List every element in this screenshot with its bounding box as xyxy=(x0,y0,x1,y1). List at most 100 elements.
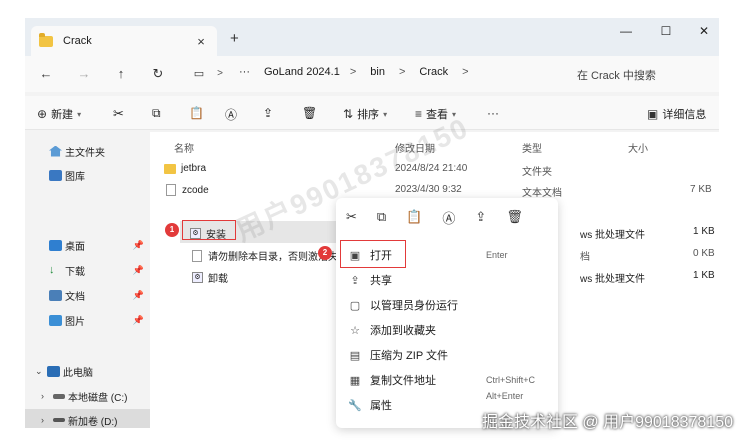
maximize-button[interactable]: ☐ xyxy=(651,24,681,38)
file-name: zcode xyxy=(182,184,209,196)
crumb-sep-3: > xyxy=(462,66,469,78)
delete-icon[interactable]: 🗑 xyxy=(302,106,317,120)
sidebar-item-documents[interactable]: 文档 📌 xyxy=(25,284,150,306)
copy-icon[interactable]: ⧉ xyxy=(152,106,161,121)
details-label: 详细信息 xyxy=(662,109,707,121)
breadcrumb-item-bin[interactable]: bin xyxy=(370,66,385,78)
sidebar-item-drive-d[interactable]: › 新加卷 (D:) xyxy=(25,409,150,428)
menu-item-copy-path[interactable]: ▦ 复制文件地址 Ctrl+Shift+C xyxy=(336,368,558,392)
chevron-right-icon[interactable]: › xyxy=(41,415,53,425)
copy-path-icon: ▦ xyxy=(349,374,361,387)
crumb-sep-0: > xyxy=(217,68,223,79)
pin-icon[interactable]: 📌 xyxy=(133,290,144,301)
sidebar-item-label: 图片 xyxy=(65,316,85,328)
minimize-button[interactable]: — xyxy=(611,24,641,38)
tab-crack[interactable]: Crack × xyxy=(31,26,217,56)
file-name-cell: jetbra xyxy=(164,163,206,174)
wrench-icon: 🔧 xyxy=(348,399,362,412)
monitor-icon[interactable]: ▭ xyxy=(190,67,208,80)
pin-icon[interactable]: 📌 xyxy=(133,315,144,326)
drive-icon xyxy=(53,418,65,422)
menu-item-share[interactable]: ⇪ 共享 xyxy=(336,268,558,292)
forward-button[interactable]: → xyxy=(75,66,93,81)
paste-icon[interactable]: 📋 xyxy=(406,209,422,225)
chevron-down-icon[interactable]: ⌄ xyxy=(35,366,47,377)
delete-icon[interactable]: 🗑 xyxy=(506,209,523,225)
menu-item-label: 压缩为 ZIP 文件 xyxy=(370,350,449,362)
sidebar-item-gallery[interactable]: 图库 xyxy=(25,164,150,186)
tab-close-icon[interactable]: × xyxy=(193,34,209,49)
menu-item-run-as-admin[interactable]: ▢ 以管理员身份运行 xyxy=(336,293,558,317)
paste-icon[interactable]: 📋 xyxy=(189,106,204,120)
chevron-right-icon[interactable]: › xyxy=(41,391,53,401)
plus-circle-icon: ⊕ xyxy=(37,107,48,121)
documents-icon xyxy=(49,289,62,301)
sort-button[interactable]: ⇅ 排序 ▾ xyxy=(343,106,387,122)
command-bar: ⊕ 新建 ▾ ✂ ⧉ 📋 Ⓐ ⇪ 🗑 ⇅ 排序 ▾ ≡ 查看 ▾ ··· ▣ 详… xyxy=(25,96,719,130)
breadcrumb-item-crack[interactable]: Crack xyxy=(419,66,448,78)
rename-icon[interactable]: Ⓐ xyxy=(442,208,455,227)
pin-icon[interactable]: 📌 xyxy=(133,240,144,251)
sidebar-item-pictures[interactable]: 图片 📌 xyxy=(25,309,150,331)
credit-watermark: 掘金技术社区 @ 用户99018378150 xyxy=(481,414,733,431)
sidebar-item-drive-c[interactable]: › 本地磁盘 (C:) xyxy=(25,385,150,407)
new-tab-button[interactable]: + xyxy=(230,30,239,47)
pictures-icon xyxy=(49,314,62,326)
sidebar-item-this-pc[interactable]: ⌄ 此电脑 xyxy=(25,360,150,382)
new-button[interactable]: ⊕ 新建 ▾ xyxy=(37,106,81,122)
file-size: 7 KB xyxy=(690,184,712,195)
column-header-type[interactable]: 类型 xyxy=(522,140,542,155)
refresh-button[interactable]: ↻ xyxy=(149,66,167,82)
folder-icon xyxy=(164,163,176,174)
crumb-sep-1: > xyxy=(349,66,357,78)
menu-item-label: 共享 xyxy=(370,275,392,287)
cut-icon[interactable]: ✂ xyxy=(346,209,357,225)
file-size: 1 KB xyxy=(693,226,715,237)
copy-icon[interactable]: ⧉ xyxy=(377,209,386,225)
menu-item-shortcut: Ctrl+Shift+C xyxy=(486,375,536,385)
details-button[interactable]: ▣ 详细信息 xyxy=(647,106,706,122)
sidebar-item-home[interactable]: 主文件夹 xyxy=(25,140,150,162)
file-size: 1 KB xyxy=(693,270,715,281)
file-name: jetbra xyxy=(181,163,207,174)
file-type: ws 批处理文件 xyxy=(580,274,645,285)
breadcrumb-more[interactable]: ··· xyxy=(239,66,250,78)
pin-icon[interactable]: 📌 xyxy=(133,265,144,276)
sidebar-item-label: 新加卷 (D:) xyxy=(68,416,118,428)
column-header-size[interactable]: 大小 xyxy=(628,140,648,155)
menu-item-add-favorite[interactable]: ☆ 添加到收藏夹 xyxy=(336,318,558,342)
sidebar-item-label: 桌面 xyxy=(65,241,85,253)
column-header-name[interactable]: 名称 xyxy=(174,140,194,155)
file-type: 文本文档 xyxy=(522,188,562,199)
new-label: 新建 xyxy=(51,109,74,121)
rename-icon[interactable]: Ⓐ xyxy=(225,106,237,123)
share-icon[interactable]: ⇪ xyxy=(263,106,273,120)
menu-item-compress-zip[interactable]: ▤ 压缩为 ZIP 文件 xyxy=(336,343,558,367)
menu-item-shortcut: Alt+Enter xyxy=(486,391,524,401)
navigation-pane: 主文件夹 图库 桌面 📌 ↓ 下载 📌 文档 📌 图片 📌 ⌄ 此电脑 › 本地… xyxy=(25,132,150,428)
sidebar-item-label: 本地磁盘 (C:) xyxy=(68,392,128,404)
gallery-icon xyxy=(49,169,62,181)
share-icon: ⇪ xyxy=(350,274,360,287)
file-name-cell: zcode xyxy=(166,184,209,196)
back-button[interactable]: ← xyxy=(37,66,55,81)
breadcrumb-item-goland[interactable]: GoLand 2024.1 xyxy=(264,66,340,78)
sidebar-item-downloads[interactable]: ↓ 下载 📌 xyxy=(25,259,150,281)
sort-icon: ⇅ xyxy=(343,107,354,121)
context-menu-quick-actions: ✂ ⧉ 📋 Ⓐ ⇪ 🗑 xyxy=(336,198,558,236)
cut-icon[interactable]: ✂ xyxy=(113,106,124,122)
more-button[interactable]: ··· xyxy=(487,106,499,120)
sidebar-item-label: 此电脑 xyxy=(63,367,93,379)
up-button[interactable]: ↑ xyxy=(112,66,130,81)
title-bar: Crack × + — ☐ ✕ xyxy=(25,18,719,56)
file-name-cell: ⚙ 卸载 xyxy=(192,270,228,285)
sidebar-item-label: 文档 xyxy=(65,291,85,303)
sidebar-item-label: 主文件夹 xyxy=(65,147,105,159)
highlight-box-install xyxy=(182,220,236,240)
close-window-button[interactable]: ✕ xyxy=(689,24,719,38)
share-icon[interactable]: ⇪ xyxy=(475,209,486,225)
search-input[interactable]: 在 Crack 中搜索 xyxy=(565,62,715,86)
sort-label: 排序 xyxy=(357,109,380,121)
sidebar-item-desktop[interactable]: 桌面 📌 xyxy=(25,234,150,256)
menu-item-label: 复制文件地址 xyxy=(370,375,436,387)
